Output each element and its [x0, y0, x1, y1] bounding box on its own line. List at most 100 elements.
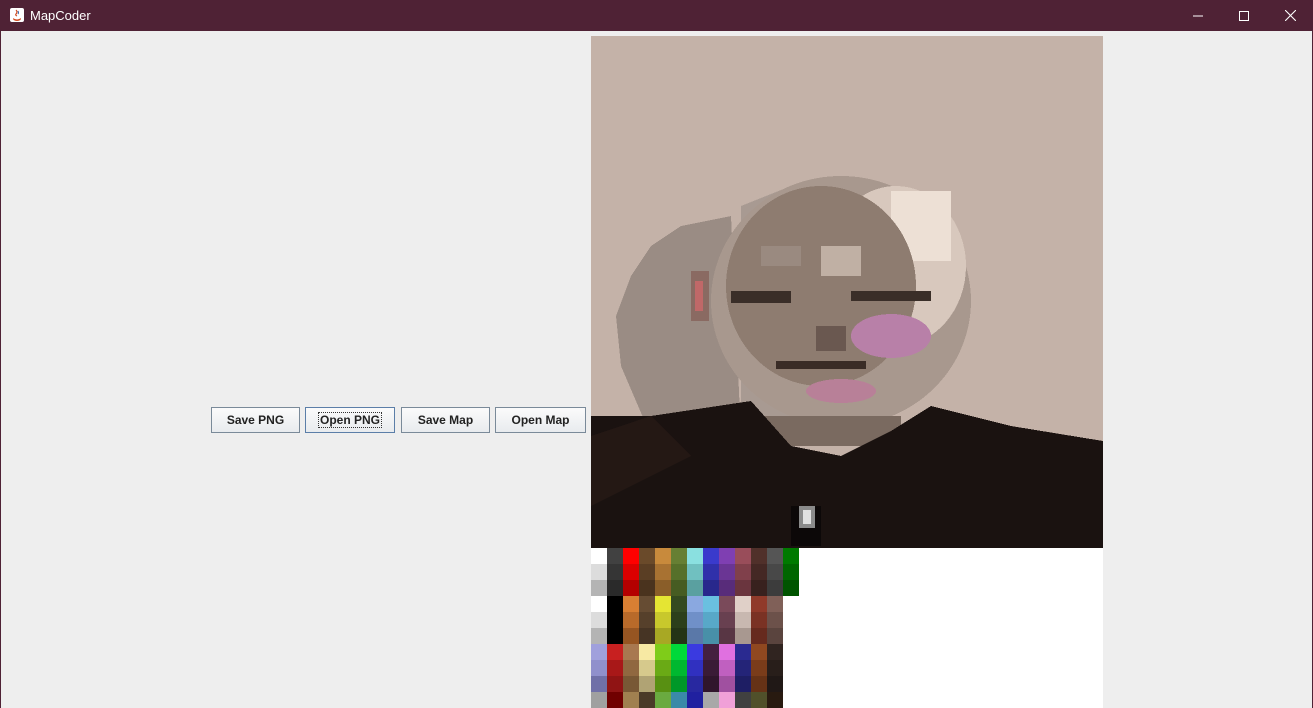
palette-swatch[interactable]: [591, 660, 607, 676]
palette-swatch[interactable]: [687, 692, 703, 708]
palette-swatch[interactable]: [671, 548, 687, 564]
palette-swatch[interactable]: [735, 628, 751, 644]
palette-swatch[interactable]: [639, 612, 655, 628]
palette-swatch[interactable]: [735, 580, 751, 596]
palette-swatch[interactable]: [671, 692, 687, 708]
palette-swatch[interactable]: [783, 548, 799, 564]
palette-swatch[interactable]: [639, 580, 655, 596]
palette-swatch[interactable]: [607, 612, 623, 628]
palette-swatch[interactable]: [607, 676, 623, 692]
palette-swatch[interactable]: [671, 660, 687, 676]
minimize-button[interactable]: [1175, 0, 1221, 31]
palette-swatch[interactable]: [767, 548, 783, 564]
palette-swatch[interactable]: [735, 692, 751, 708]
palette-swatch[interactable]: [591, 612, 607, 628]
palette-swatch[interactable]: [639, 676, 655, 692]
palette-swatch[interactable]: [623, 564, 639, 580]
palette-swatch[interactable]: [591, 580, 607, 596]
palette-swatch[interactable]: [751, 692, 767, 708]
palette-swatch[interactable]: [719, 564, 735, 580]
palette-swatch[interactable]: [751, 660, 767, 676]
palette-swatch[interactable]: [607, 548, 623, 564]
palette-swatch[interactable]: [655, 692, 671, 708]
palette-swatch[interactable]: [591, 564, 607, 580]
palette-swatch[interactable]: [751, 596, 767, 612]
palette-swatch[interactable]: [639, 628, 655, 644]
open-png-button[interactable]: Open PNG: [305, 407, 395, 433]
palette-swatch[interactable]: [719, 580, 735, 596]
palette-swatch[interactable]: [767, 692, 783, 708]
palette-swatch[interactable]: [735, 564, 751, 580]
color-palette-grid[interactable]: [591, 548, 1103, 708]
palette-swatch[interactable]: [655, 644, 671, 660]
palette-swatch[interactable]: [591, 692, 607, 708]
palette-swatch[interactable]: [751, 564, 767, 580]
palette-swatch[interactable]: [719, 676, 735, 692]
palette-swatch[interactable]: [703, 660, 719, 676]
palette-swatch[interactable]: [671, 564, 687, 580]
palette-swatch[interactable]: [671, 596, 687, 612]
palette-swatch[interactable]: [623, 660, 639, 676]
palette-swatch[interactable]: [607, 660, 623, 676]
palette-swatch[interactable]: [655, 660, 671, 676]
palette-swatch[interactable]: [671, 580, 687, 596]
palette-swatch[interactable]: [591, 548, 607, 564]
palette-swatch[interactable]: [687, 644, 703, 660]
palette-swatch[interactable]: [639, 660, 655, 676]
palette-swatch[interactable]: [607, 564, 623, 580]
palette-swatch[interactable]: [751, 612, 767, 628]
palette-swatch[interactable]: [687, 628, 703, 644]
palette-swatch[interactable]: [655, 676, 671, 692]
palette-swatch[interactable]: [655, 596, 671, 612]
palette-swatch[interactable]: [607, 580, 623, 596]
palette-swatch[interactable]: [735, 548, 751, 564]
palette-swatch[interactable]: [623, 612, 639, 628]
palette-swatch[interactable]: [703, 596, 719, 612]
palette-swatch[interactable]: [671, 628, 687, 644]
palette-swatch[interactable]: [703, 564, 719, 580]
palette-swatch[interactable]: [767, 644, 783, 660]
palette-swatch[interactable]: [767, 628, 783, 644]
palette-swatch[interactable]: [767, 564, 783, 580]
palette-swatch[interactable]: [719, 660, 735, 676]
palette-swatch[interactable]: [703, 628, 719, 644]
palette-swatch[interactable]: [703, 612, 719, 628]
palette-swatch[interactable]: [719, 596, 735, 612]
palette-swatch[interactable]: [655, 612, 671, 628]
palette-swatch[interactable]: [703, 644, 719, 660]
palette-swatch[interactable]: [687, 612, 703, 628]
palette-swatch[interactable]: [751, 628, 767, 644]
palette-swatch[interactable]: [687, 660, 703, 676]
palette-swatch[interactable]: [623, 580, 639, 596]
palette-swatch[interactable]: [719, 548, 735, 564]
palette-swatch[interactable]: [767, 612, 783, 628]
palette-swatch[interactable]: [655, 580, 671, 596]
palette-swatch[interactable]: [607, 628, 623, 644]
save-png-button[interactable]: Save PNG: [211, 407, 300, 433]
palette-swatch[interactable]: [719, 692, 735, 708]
palette-swatch[interactable]: [655, 564, 671, 580]
palette-swatch[interactable]: [623, 628, 639, 644]
open-map-button[interactable]: Open Map: [495, 407, 586, 433]
palette-swatch[interactable]: [703, 676, 719, 692]
palette-swatch[interactable]: [671, 644, 687, 660]
palette-swatch[interactable]: [687, 564, 703, 580]
close-button[interactable]: [1267, 0, 1313, 31]
palette-swatch[interactable]: [623, 692, 639, 708]
palette-swatch[interactable]: [703, 692, 719, 708]
palette-swatch[interactable]: [687, 548, 703, 564]
palette-swatch[interactable]: [687, 580, 703, 596]
palette-swatch[interactable]: [671, 676, 687, 692]
palette-swatch[interactable]: [735, 660, 751, 676]
palette-swatch[interactable]: [735, 676, 751, 692]
palette-swatch[interactable]: [623, 596, 639, 612]
palette-swatch[interactable]: [767, 660, 783, 676]
palette-swatch[interactable]: [639, 548, 655, 564]
palette-swatch[interactable]: [639, 596, 655, 612]
palette-swatch[interactable]: [639, 692, 655, 708]
palette-swatch[interactable]: [687, 676, 703, 692]
palette-swatch[interactable]: [767, 580, 783, 596]
save-map-button[interactable]: Save Map: [401, 407, 490, 433]
palette-swatch[interactable]: [591, 644, 607, 660]
palette-swatch[interactable]: [719, 644, 735, 660]
